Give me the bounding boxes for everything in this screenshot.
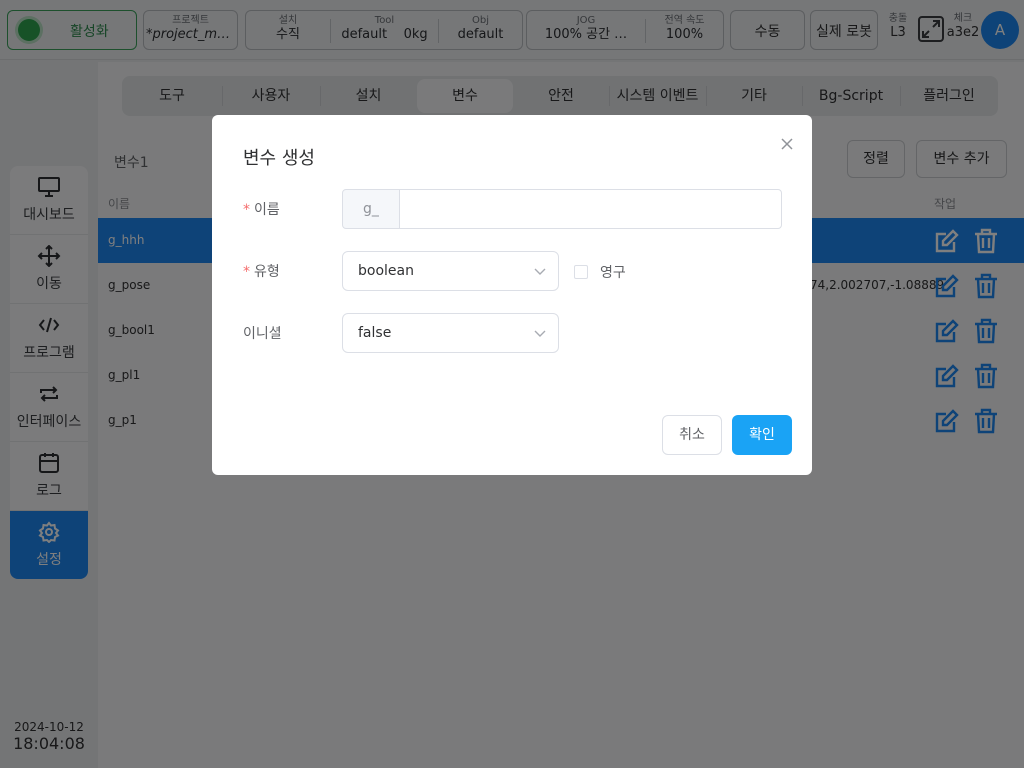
chevron-down-icon [534, 268, 546, 275]
name-field-label: * 이름 [243, 202, 280, 218]
dialog-title: 변수 생성 [243, 148, 315, 169]
chevron-down-icon [534, 330, 546, 337]
cancel-button[interactable]: 취소 [662, 415, 722, 455]
name-prefix: g_ [342, 189, 400, 229]
confirm-button[interactable]: 확인 [732, 415, 792, 455]
type-field-label: * 유형 [243, 264, 280, 280]
type-select-value: boolean [358, 263, 414, 279]
initial-select-value: false [358, 325, 392, 341]
type-select[interactable]: boolean [342, 251, 559, 291]
persistent-label[interactable]: 영구 [600, 262, 626, 282]
required-mark: * [243, 264, 250, 280]
close-icon[interactable] [779, 136, 795, 152]
initial-field-label: 이니셜 [243, 326, 282, 342]
persistent-checkbox[interactable] [574, 265, 588, 279]
required-mark: * [243, 202, 250, 218]
initial-value-select[interactable]: false [342, 313, 559, 353]
create-variable-dialog: 변수 생성 * 이름 g_ * 유형 boolean 영구 이니셜 false 취소… [212, 115, 812, 475]
name-input[interactable] [399, 189, 782, 229]
